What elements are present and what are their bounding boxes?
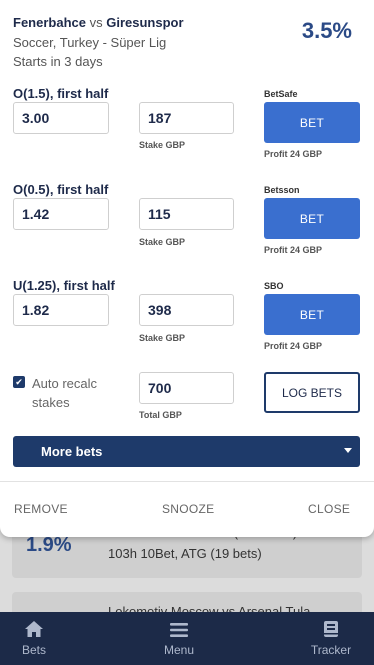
event-start-time: Starts in 3 days — [13, 54, 103, 69]
list-item[interactable]: Lokomotiv Moscow vs Arsenal Tula — [12, 592, 362, 612]
bookmaker-label: BetSafe — [264, 89, 298, 99]
odds-input[interactable]: 1.42 — [13, 198, 109, 230]
bottom-navigation: Bets Menu Tracker — [0, 612, 374, 665]
remove-button[interactable]: REMOVE — [14, 502, 68, 516]
bet-market-label: O(1.5), first half — [13, 86, 109, 101]
nav-item-menu[interactable]: Menu — [143, 612, 215, 665]
nav-item-label: Bets — [21, 643, 46, 657]
list-item-meta: 103h 10Bet, ATG (19 bets) — [108, 546, 262, 561]
event-league: Soccer, Turkey - Süper Lig — [13, 35, 167, 50]
stake-input[interactable]: 115 — [139, 198, 234, 230]
auto-recalc-checkbox[interactable]: ✔ — [13, 376, 25, 388]
vs-label: vs — [89, 15, 103, 30]
nav-item-label: Tracker — [310, 643, 352, 657]
arb-profit-percent: 3.5% — [301, 18, 352, 43]
list-item-profit-pct: 1.9% — [26, 534, 72, 556]
bet-button[interactable]: BET — [264, 102, 360, 143]
bet-button[interactable]: BET — [264, 294, 360, 335]
nav-item-bets[interactable]: Bets — [0, 612, 68, 665]
snooze-button[interactable]: SNOOZE — [162, 502, 214, 516]
event-teams: Fenerbahce vs Giresunspor — [13, 15, 184, 30]
bookmaker-label: SBO — [264, 281, 284, 291]
odds-input[interactable]: 1.82 — [13, 294, 109, 326]
list-item-match: Lokomotiv Moscow vs Arsenal Tula — [108, 604, 311, 612]
book-icon — [323, 620, 339, 638]
close-button[interactable]: CLOSE — [308, 502, 350, 516]
stake-label: Stake GBP — [139, 333, 186, 343]
bet-details-modal: Fenerbahce vs Giresunspor Soccer, Turkey… — [0, 0, 374, 537]
total-stake-input[interactable]: 700 — [139, 372, 234, 404]
home-team: Fenerbahce — [13, 15, 86, 30]
bookmaker-label: Betsson — [264, 185, 300, 195]
home-icon — [24, 620, 44, 638]
odds-input[interactable]: 3.00 — [13, 102, 109, 134]
total-label: Total GBP — [139, 410, 182, 420]
bet-button[interactable]: BET — [264, 198, 360, 239]
more-bets-label: More bets — [41, 444, 103, 459]
caret-down-icon — [344, 448, 352, 453]
profit-label: Profit 24 GBP — [264, 149, 323, 159]
nav-item-label: Menu — [163, 643, 195, 657]
bet-market-label: O(0.5), first half — [13, 182, 109, 197]
profit-label: Profit 24 GBP — [264, 341, 323, 351]
nav-item-tracker[interactable]: Tracker — [296, 612, 366, 665]
log-bets-button[interactable]: LOG BETS — [264, 372, 360, 413]
modal-footer: REMOVE SNOOZE CLOSE — [0, 481, 374, 537]
hamburger-icon — [170, 622, 188, 638]
stake-input[interactable]: 187 — [139, 102, 234, 134]
more-bets-dropdown[interactable]: More bets — [13, 436, 360, 467]
stake-input[interactable]: 398 — [139, 294, 234, 326]
auto-recalc-label: Auto recalc stakes — [32, 376, 98, 410]
stake-label: Stake GBP — [139, 140, 186, 150]
away-team: Giresunspor — [106, 15, 184, 30]
bet-market-label: U(1.25), first half — [13, 278, 115, 293]
stake-label: Stake GBP — [139, 237, 186, 247]
profit-label: Profit 24 GBP — [264, 245, 323, 255]
